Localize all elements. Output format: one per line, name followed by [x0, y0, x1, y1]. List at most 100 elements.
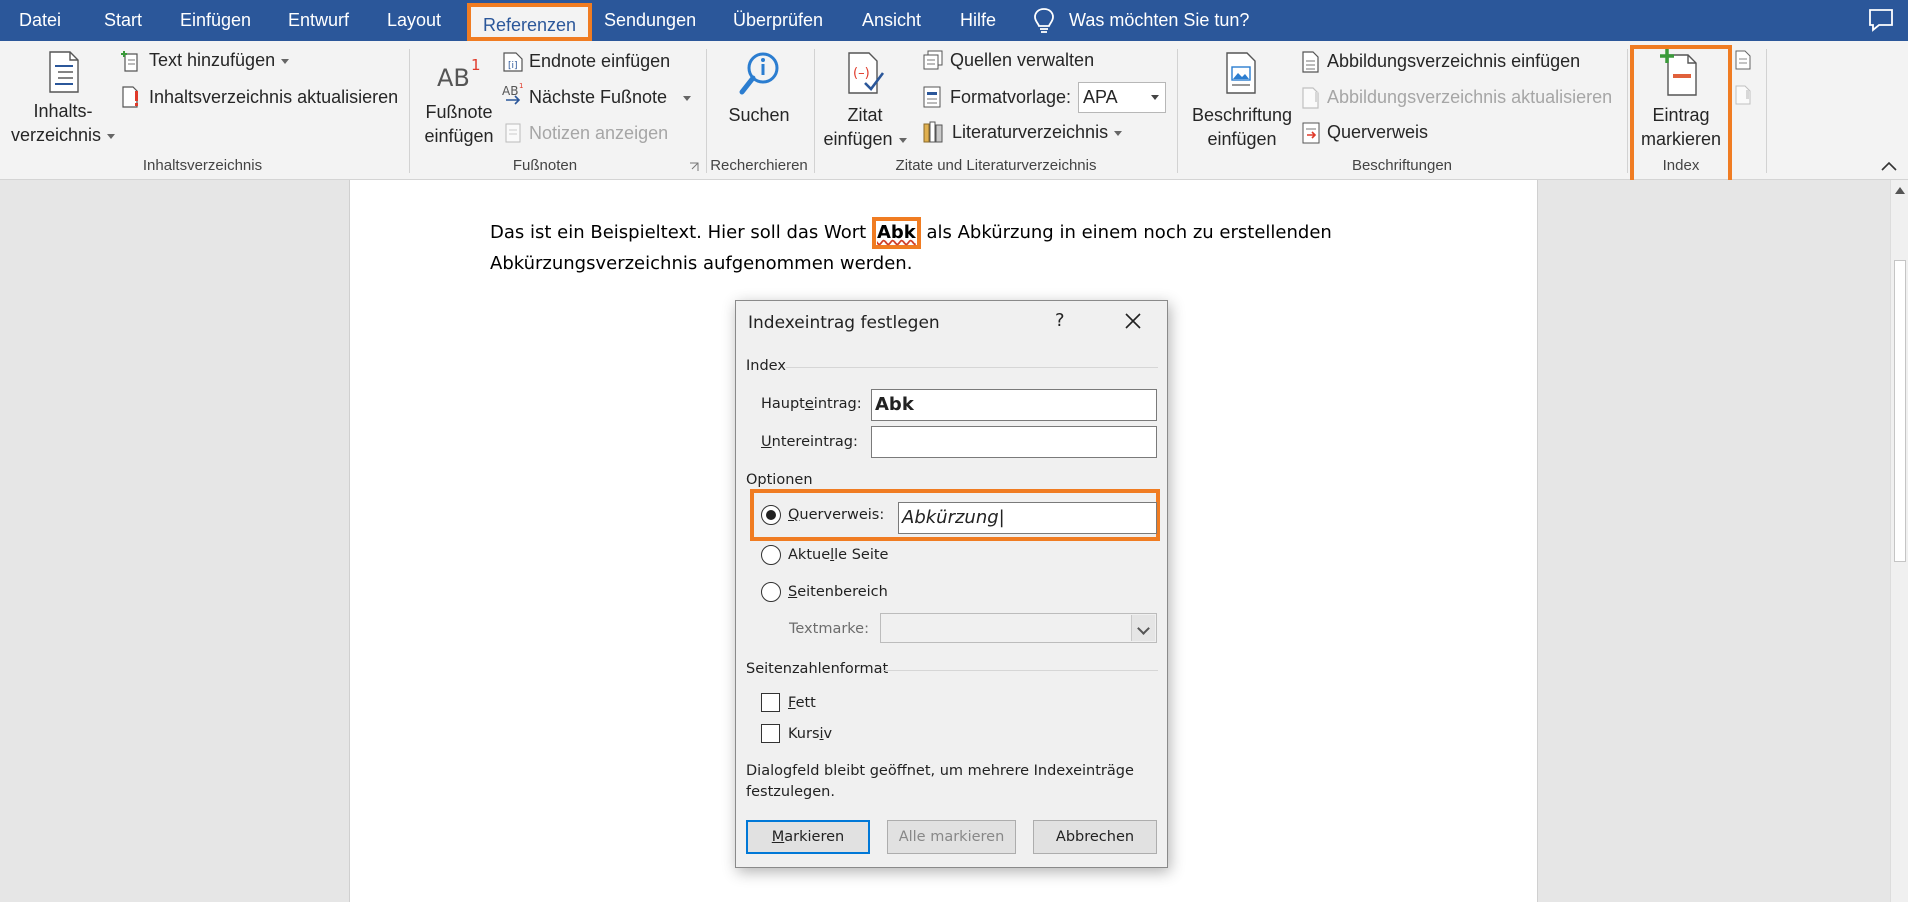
ribbon-referenzen: Inhalts- verzeichnis Text hinzufügen Inh…: [0, 41, 1908, 184]
tab-layout[interactable]: Layout: [387, 0, 441, 41]
italic-checkbox[interactable]: [761, 724, 780, 743]
insert-footnote-button[interactable]: AB 1 Fußnote einfügen: [418, 56, 500, 148]
footnote-label-line2: einfügen: [424, 126, 494, 146]
insert-index-icon[interactable]: [1734, 49, 1752, 71]
tab-entwurf[interactable]: Entwurf: [288, 0, 349, 41]
mark-entry-icon: [1660, 49, 1697, 96]
tab-referenzen[interactable]: Referenzen: [467, 3, 593, 41]
search-button[interactable]: Suchen: [716, 51, 802, 127]
group-label-toc: Inhaltsverzeichnis: [142, 157, 263, 174]
current-page-radio[interactable]: [761, 545, 781, 565]
insert-citation-button[interactable]: (–) Zitat einfügen: [820, 51, 910, 151]
tab-sendungen[interactable]: Sendungen: [604, 0, 696, 41]
svg-text:(–): (–): [853, 66, 870, 81]
bibliography-label: Literaturverzeichnis: [952, 122, 1109, 142]
search-icon: [739, 52, 779, 95]
tab-einfuegen[interactable]: Einfügen: [180, 0, 251, 41]
close-icon[interactable]: [1123, 311, 1143, 331]
next-footnote-icon: AB 1: [502, 82, 523, 105]
show-notes-button[interactable]: Notizen anzeigen: [529, 123, 668, 144]
group-separator: [1627, 49, 1628, 173]
citation-label-line2: einfügen: [823, 129, 893, 149]
crossref-input[interactable]: Abkürzung|: [898, 502, 1157, 534]
main-entry-input[interactable]: Abk: [871, 389, 1157, 421]
cancel-button[interactable]: Abbrechen: [1033, 820, 1157, 854]
next-footnote-label: Nächste Fußnote: [529, 87, 668, 107]
tab-datei[interactable]: Datei: [19, 0, 61, 41]
lightbulb-icon: [1034, 7, 1054, 33]
footnote-icon: AB 1: [437, 56, 481, 92]
chevron-down-icon: [1151, 95, 1159, 100]
dialog-launcher-icon[interactable]: [689, 162, 699, 172]
ribbon-tab-bar: Datei Start Einfügen Entwurf Layout Refe…: [0, 0, 1908, 41]
page-range-radio[interactable]: [761, 582, 781, 602]
svg-text:AB: AB: [437, 64, 470, 92]
mark-entry-label-line1: Eintrag: [1652, 105, 1710, 125]
toc-label-line1: Inhalts-: [33, 101, 93, 121]
bookmark-label: Textmarke:: [789, 621, 869, 637]
italic-label: Kursiv: [788, 726, 833, 742]
table-of-contents-button[interactable]: Inhalts- verzeichnis: [8, 51, 118, 147]
mark-all-button[interactable]: Alle markieren: [887, 820, 1016, 854]
next-footnote-button[interactable]: Nächste Fußnote: [529, 87, 692, 108]
bold-label: Fett: [788, 695, 816, 711]
highlighted-word[interactable]: Abk: [871, 217, 921, 249]
chevron-down-icon: [107, 133, 116, 139]
caption-label-line2: einfügen: [1207, 129, 1277, 149]
bold-checkbox[interactable]: [761, 693, 780, 712]
document-paragraph[interactable]: Das ist ein Beispieltext. Hier soll das …: [490, 217, 1420, 278]
group-separator: [409, 49, 410, 173]
tab-ueberpruefen[interactable]: Überprüfen: [733, 0, 823, 41]
help-button[interactable]: ?: [1055, 310, 1065, 331]
update-toc-button[interactable]: Inhaltsverzeichnis aktualisieren: [149, 87, 398, 108]
citation-style-select[interactable]: APA: [1078, 82, 1166, 113]
group-label-captions: Beschriftungen: [1351, 157, 1453, 174]
tab-start[interactable]: Start: [104, 0, 142, 41]
group-separator: [1177, 49, 1178, 173]
mark-button[interactable]: Markieren: [746, 820, 870, 854]
mark-index-entry-dialog: Indexeintrag festlegen ? Index Haupteint…: [735, 300, 1168, 868]
vertical-scrollbar[interactable]: [1890, 180, 1908, 902]
mark-entry-button[interactable]: Eintrag markieren: [1636, 49, 1726, 151]
dialog-title: Indexeintrag festlegen: [748, 313, 940, 333]
style-icon: [923, 86, 941, 108]
bookmark-select[interactable]: [880, 613, 1157, 643]
mark-entry-label-line2: markieren: [1640, 129, 1722, 149]
comments-icon[interactable]: [1868, 8, 1894, 32]
add-text-label: Text hinzufügen: [149, 50, 276, 70]
cross-reference-button[interactable]: Querverweis: [1327, 122, 1428, 143]
insert-table-of-figures-icon: [1302, 51, 1319, 73]
section-options-heading: Optionen: [746, 472, 813, 488]
tab-ansicht[interactable]: Ansicht: [862, 0, 921, 41]
scrollbar-thumb[interactable]: [1894, 260, 1906, 562]
style-label: Formatvorlage:: [950, 87, 1072, 107]
bibliography-button[interactable]: Literaturverzeichnis: [952, 122, 1123, 143]
manage-sources-icon: [923, 50, 943, 70]
update-table-of-figures-button[interactable]: Abbildungsverzeichnis aktualisieren: [1327, 87, 1612, 108]
manage-sources-button[interactable]: Quellen verwalten: [950, 50, 1094, 71]
sub-entry-input[interactable]: [871, 426, 1157, 458]
insert-caption-button[interactable]: Beschriftung einfügen: [1185, 51, 1299, 151]
paragraph-text-before: Das ist ein Beispieltext. Hier soll das …: [490, 222, 872, 243]
add-text-button[interactable]: Text hinzufügen: [149, 50, 290, 71]
caption-label-line1: Beschriftung: [1191, 105, 1293, 125]
tab-hilfe[interactable]: Hilfe: [960, 0, 996, 41]
group-label-index: Index: [1662, 157, 1700, 174]
endnote-icon: [i]: [503, 52, 523, 72]
tell-me-search[interactable]: Was möchten Sie tun?: [1033, 0, 1249, 41]
update-toc-icon: [122, 86, 138, 108]
chevron-down-icon[interactable]: [1131, 615, 1155, 641]
chevron-down-icon: [898, 137, 907, 143]
crossref-radio[interactable]: [761, 505, 781, 525]
page-range-label: Seitenbereich: [788, 584, 888, 600]
svg-text:[i]: [i]: [508, 61, 518, 71]
scroll-up-icon[interactable]: [1895, 187, 1905, 194]
update-table-of-figures-icon: [1302, 87, 1319, 109]
update-index-icon[interactable]: [1734, 84, 1752, 106]
insert-endnote-button[interactable]: Endnote einfügen: [529, 51, 670, 72]
collapse-ribbon-icon[interactable]: [1881, 160, 1897, 172]
citation-style-value: APA: [1083, 87, 1118, 107]
section-page-format-heading: Seitenzahlenformat: [746, 661, 889, 677]
current-page-label: Aktuelle Seite: [788, 547, 889, 563]
insert-table-of-figures-button[interactable]: Abbildungsverzeichnis einfügen: [1327, 51, 1580, 72]
